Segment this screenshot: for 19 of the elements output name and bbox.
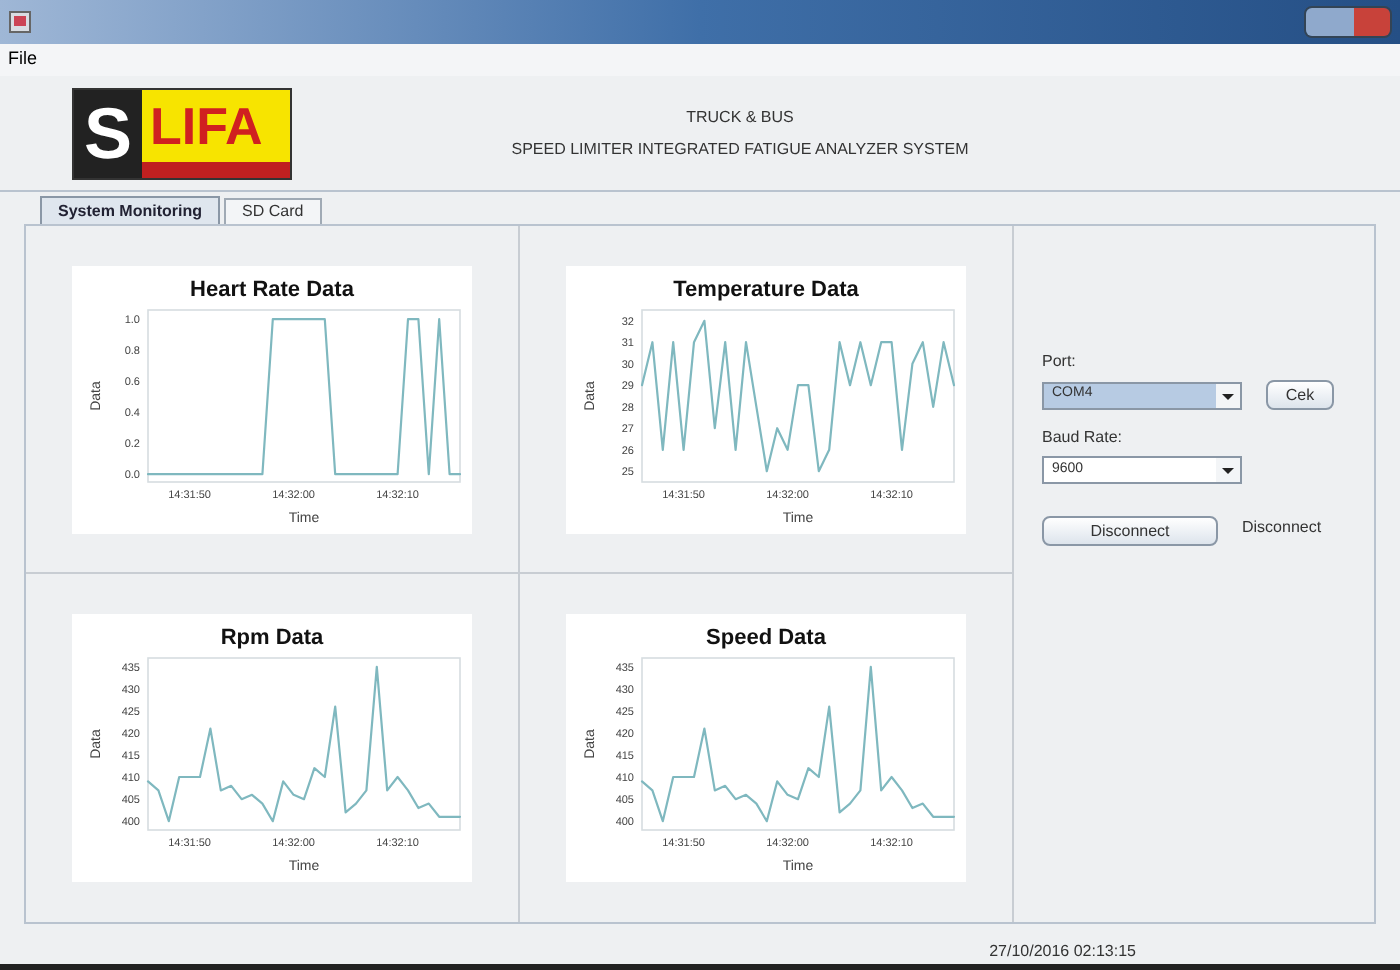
header-title: TRUCK & BUS <box>686 105 794 129</box>
app-icon <box>8 10 32 34</box>
connection-status: Disconnect <box>1242 516 1322 540</box>
baud-rate-label: Baud Rate: <box>1042 426 1125 450</box>
logo-text: LIFA <box>148 93 265 159</box>
port-label: Port: <box>1042 350 1078 374</box>
logo-letter: S <box>74 89 142 177</box>
chart-title: Speed Data <box>705 626 826 650</box>
chart-title: Rpm Data <box>220 626 323 650</box>
timestamp: 27/10/2016 02:13:15 <box>989 940 1136 964</box>
chart-title: Temperature Data <box>672 277 859 301</box>
tab[interactable]: SD Card <box>224 198 322 224</box>
header-subtitle: SPEED LIMITER INTEGRATED FATIGUE ANALYZER SYSTEM <box>511 137 969 161</box>
chart-title: Heart Rate Data <box>189 277 354 301</box>
check-button[interactable]: Cek <box>1266 380 1334 410</box>
window-controls[interactable] <box>1304 6 1392 38</box>
tab[interactable]: System Monitoring <box>40 196 221 224</box>
menu-item[interactable]: File <box>8 46 38 74</box>
disconnect-button[interactable]: Disconnect <box>1042 516 1218 546</box>
